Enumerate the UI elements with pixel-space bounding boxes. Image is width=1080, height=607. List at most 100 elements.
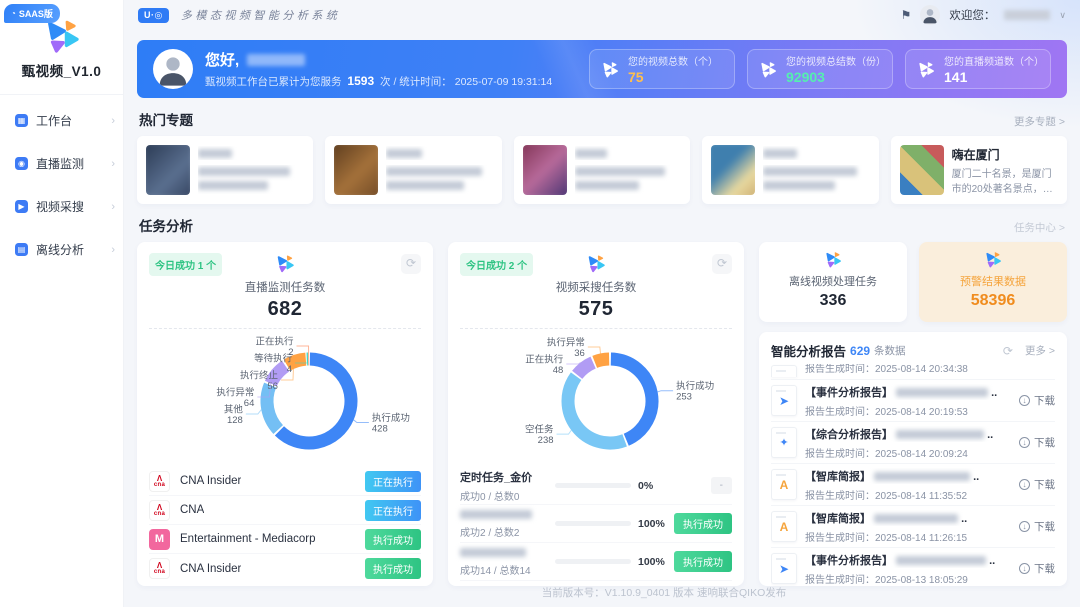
today-success-badge: 今日成功 2 个 [460, 253, 533, 276]
redacted-text [386, 149, 422, 158]
report-row[interactable]: 【事件分析报告】 .. 报告生成时间：2025-08-14 20:19:53 下… [771, 380, 1055, 422]
topic-card[interactable] [137, 136, 313, 204]
section-title: 任务分析 [139, 215, 193, 235]
card-title: 离线视频处理任务 [767, 273, 899, 289]
topic-card[interactable] [702, 136, 878, 204]
reports-count-suffix: 条数据 [874, 343, 906, 358]
sidebar-item-label: 离线分析 [36, 241, 84, 258]
refresh-icon[interactable] [712, 254, 732, 274]
user-avatar[interactable] [920, 5, 940, 25]
stat-video-summaries: 您的视频总结数（份） 92903 [747, 49, 893, 89]
download-button[interactable]: 下载 [1019, 519, 1055, 534]
sidebar-item-live-monitor[interactable]: 直播监测 [0, 142, 123, 185]
topic-card[interactable] [514, 136, 690, 204]
task-cards-row: 今日成功 1 个 直播监测任务数 682 正在执行2等待执行4执行终止56执行异… [137, 242, 1067, 586]
channel-row[interactable]: Λcna CNA 正在执行 [149, 496, 421, 525]
card-title: 直播监测任务数 [149, 279, 421, 295]
more-topics-link[interactable]: 更多专题 > [1014, 114, 1065, 129]
progress-bar [555, 483, 631, 488]
progress-percent: 0% [638, 480, 670, 492]
stat-value: 75 [628, 69, 718, 85]
ellipsis: .. [987, 429, 993, 441]
report-time: 2025-08-14 11:26:15 [875, 533, 967, 544]
report-row-partial[interactable]: 报告生成时间：2025-08-14 20:34:38 [771, 364, 1055, 380]
time-label: 报告生成时间： [805, 575, 875, 586]
banner-text: 您好, 甄视频工作台已累计为您服务 1593 次 / 统计时间： 2025-07… [205, 49, 552, 89]
mediacorp-logo-icon: M [149, 529, 170, 550]
sidebar-item-workbench[interactable]: 工作台 [0, 99, 123, 142]
topic-card[interactable] [325, 136, 501, 204]
saas-badge: SAAS版 [4, 4, 60, 23]
download-icon [1019, 563, 1030, 574]
chevron-down-icon[interactable] [1059, 10, 1066, 21]
refresh-icon[interactable] [401, 254, 421, 274]
download-label: 下载 [1034, 435, 1055, 450]
topic-thumbnail [900, 145, 944, 195]
topic-card-xiamen[interactable]: 嗨在厦门 厦门二十名景，是厦门市的20处著名景点，即万石涵翠... [891, 136, 1067, 204]
download-button[interactable]: 下载 [1019, 561, 1055, 576]
video-search-task-card: 今日成功 2 个 视频采搜任务数 575 执行异常36正在执行48空任务238执… [448, 242, 744, 586]
sidebar-item-label: 直播监测 [36, 155, 84, 172]
card-title: 预警结果数据 [927, 273, 1059, 289]
download-button[interactable]: 下载 [1019, 477, 1055, 492]
status-badge: 执行成功 [365, 558, 421, 579]
redacted-text [896, 556, 986, 565]
redacted-text [763, 149, 797, 158]
redacted-text [896, 430, 984, 439]
topic-thumbnail [523, 145, 567, 195]
task-stats: 成功14 / 总数14 [460, 562, 548, 577]
task-stats: 成功0 / 总数0 [460, 488, 548, 503]
redacted-text [874, 472, 970, 481]
chevron-right-icon [111, 244, 115, 256]
topbar-right: 欢迎您： [901, 5, 1066, 25]
sidebar-item-video-search[interactable]: 视频采搜 [0, 185, 123, 228]
download-label: 下载 [1034, 519, 1055, 534]
scheduled-task-row[interactable]: 定时任务_金价 成功0 / 总数0 0% - [460, 467, 732, 505]
sidebar-item-offline-analysis[interactable]: 离线分析 [0, 228, 123, 271]
channel-name: Entertainment - Mediacorp [180, 533, 316, 545]
card-value: 682 [149, 298, 421, 321]
brief-report-icon [771, 511, 797, 542]
sidebar-divider [0, 94, 123, 95]
svg-text:执行成功253: 执行成功253 [676, 380, 714, 403]
workbench-icon [15, 114, 28, 127]
ellipsis: .. [989, 555, 995, 567]
scheduled-task-row[interactable]: 成功2 / 总数2 100% 执行成功 [460, 505, 732, 543]
app-name: 甄视频_V1.0 [0, 60, 123, 80]
download-button[interactable]: 下载 [1019, 435, 1055, 450]
refresh-icon[interactable] [1003, 344, 1013, 358]
event-report-icon [771, 385, 797, 416]
main-area: U·◎ 多模态视频智能分析系统 欢迎您： 您好, 甄视频工作台已累计为您服务 1… [124, 0, 1080, 607]
channel-row[interactable]: Λcna CNA Insider 执行成功 [149, 554, 421, 583]
report-row[interactable]: 【智库简报】 .. 报告生成时间：2025-08-14 11:26:15 下载 [771, 506, 1055, 548]
stat-label: 您的视频总数（个） [628, 53, 718, 68]
status-badge: 执行成功 [365, 529, 421, 550]
hot-topics-row: 嗨在厦门 厦门二十名景，是厦门市的20处著名景点，即万石涵翠... [137, 136, 1067, 204]
alert-results-card: 预警结果数据 58396 [919, 242, 1067, 322]
service-count: 1593 [347, 74, 374, 88]
channel-row[interactable]: Λcna CNA Insider 正在执行 [149, 467, 421, 496]
channel-list: Λcna CNA Insider 正在执行 Λcna CNA 正在执行 M En… [149, 467, 421, 583]
offline-task-card: 离线视频处理任务 336 [759, 242, 907, 322]
scheduled-task-list: 定时任务_金价 成功0 / 总数0 0% - 成功2 / 总数2 [460, 467, 732, 586]
report-row[interactable]: 【事件分析报告】 .. 报告生成时间：2025-08-13 18:05:29 下… [771, 548, 1055, 586]
channel-row[interactable]: M Entertainment - Mediacorp 执行成功 [149, 525, 421, 554]
download-button[interactable]: 下载 [1019, 393, 1055, 408]
ellipsis: .. [991, 387, 997, 399]
scheduled-task-row[interactable]: 成功14 / 总数14 100% 执行成功 [460, 543, 732, 581]
task-center-link[interactable]: 任务中心 > [1014, 220, 1065, 235]
right-column: 离线视频处理任务 336 预警结果数据 58396 智能分析报告 [759, 242, 1067, 586]
app-logo-icon [983, 250, 1003, 269]
progress-percent: 100% [638, 556, 670, 568]
more-reports-link[interactable]: 更多 > [1025, 343, 1055, 358]
sidebar-item-label: 视频采搜 [36, 198, 84, 215]
download-label: 下载 [1034, 393, 1055, 408]
reports-list: 报告生成时间：2025-08-14 20:34:38 【事件分析报告】 .. 报… [771, 364, 1055, 586]
task-analysis-header: 任务分析 任务中心 > [139, 215, 1065, 235]
report-row[interactable]: 【智库简报】 .. 报告生成时间：2025-08-14 11:35:52 下载 [771, 464, 1055, 506]
report-row[interactable]: 【综合分析报告】 .. 报告生成时间：2025-08-14 20:09:24 下… [771, 422, 1055, 464]
reports-title: 智能分析报告 [771, 341, 846, 360]
app-logo-icon [600, 60, 620, 79]
redacted-text [874, 514, 958, 523]
flag-icon[interactable] [901, 8, 912, 22]
